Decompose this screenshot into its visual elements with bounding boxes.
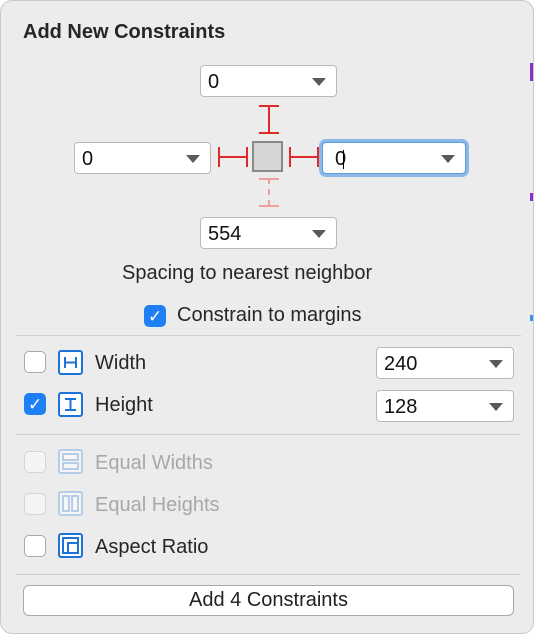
aspect-ratio-label: Aspect Ratio	[95, 536, 209, 558]
text-cursor	[343, 150, 344, 169]
right-constraint-ibeam[interactable]	[289, 146, 319, 168]
width-value-combo[interactable]: 240	[376, 347, 514, 379]
width-constraint-icon	[58, 350, 83, 375]
view-placeholder-box	[252, 141, 283, 172]
equal-heights-checkbox[interactable]	[24, 493, 46, 515]
constrain-to-margins-checkbox[interactable]: ✓	[144, 305, 166, 327]
constrain-to-margins-label: Constrain to margins	[177, 304, 362, 326]
right-spacing-combo[interactable]: 0	[322, 142, 466, 174]
spacing-caption: Spacing to nearest neighbor	[122, 262, 373, 284]
left-spacing-combo[interactable]: 0	[74, 142, 211, 174]
height-value-combo[interactable]: 128	[376, 390, 514, 422]
height-constraint-icon	[58, 392, 83, 417]
chevron-down-icon[interactable]	[489, 360, 503, 368]
aspect-ratio-icon	[58, 533, 83, 558]
chevron-down-icon[interactable]	[441, 155, 455, 163]
width-checkbox[interactable]	[24, 351, 46, 373]
checkmark-icon: ✓	[148, 307, 163, 327]
divider	[16, 434, 521, 435]
chevron-down-icon[interactable]	[186, 155, 200, 163]
equal-widths-checkbox[interactable]	[24, 451, 46, 473]
height-label: Height	[95, 394, 153, 416]
divider	[16, 335, 521, 336]
background-edge-marker	[530, 315, 533, 321]
equal-heights-icon	[58, 491, 83, 516]
chevron-down-icon[interactable]	[312, 78, 326, 86]
add-constraints-popover: Add New Constraints 0 0 0 554 Spacing to…	[0, 0, 534, 634]
equal-widths-label: Equal Widths	[95, 452, 213, 474]
bottom-spacing-combo[interactable]: 554	[200, 217, 337, 249]
equal-widths-icon	[58, 449, 83, 474]
bottom-constraint-ibeam[interactable]	[259, 178, 279, 208]
popover-title: Add New Constraints	[23, 21, 226, 43]
divider	[16, 574, 521, 575]
width-label: Width	[95, 352, 147, 374]
checkmark-icon: ✓	[28, 395, 43, 415]
chevron-down-icon[interactable]	[312, 230, 326, 238]
background-edge-marker	[530, 193, 533, 201]
aspect-ratio-checkbox[interactable]	[24, 535, 46, 557]
background-edge-marker	[530, 63, 533, 81]
top-spacing-combo[interactable]: 0	[200, 65, 337, 97]
equal-heights-label: Equal Heights	[95, 494, 220, 516]
chevron-down-icon[interactable]	[489, 403, 503, 411]
left-constraint-ibeam[interactable]	[218, 146, 248, 168]
height-value: 128	[384, 396, 418, 418]
add-constraints-button[interactable]: Add 4 Constraints	[23, 585, 514, 616]
left-spacing-value: 0	[82, 148, 94, 170]
top-constraint-ibeam[interactable]	[259, 105, 279, 135]
height-checkbox[interactable]: ✓	[24, 393, 46, 415]
width-value: 240	[384, 353, 418, 375]
bottom-spacing-value: 554	[208, 223, 242, 245]
right-spacing-value[interactable]: 0	[335, 148, 346, 171]
top-spacing-value: 0	[208, 71, 220, 93]
